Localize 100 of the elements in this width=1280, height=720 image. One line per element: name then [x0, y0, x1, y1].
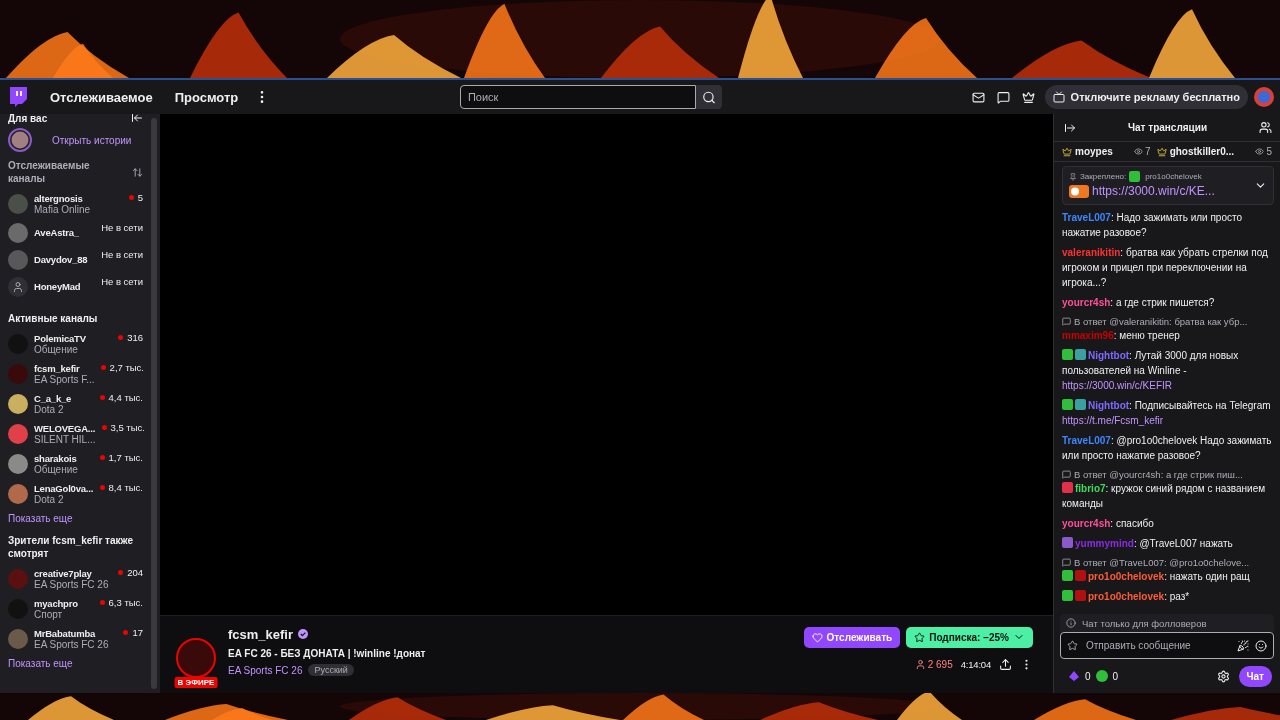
channel-item[interactable]: altergnosis Mafia Online 5	[8, 189, 143, 219]
show-more-link[interactable]: Показать еще	[8, 513, 143, 524]
channel-item[interactable]: Davydov_88 Не в сети	[8, 246, 143, 273]
chat-message: fibrio7: кружок синий рядом с названием команды	[1062, 481, 1267, 511]
viewer-count: 1,7 тыс.	[108, 452, 143, 463]
viewer-count: 5	[137, 192, 143, 203]
viewer-count: 2,7 тыс.	[109, 362, 144, 373]
game-link[interactable]: EA Sports FC 26	[228, 664, 303, 676]
top-chatter[interactable]: ghostkiller0...	[1156, 146, 1235, 157]
chat-message: yummymind: @TraveL007 нажать	[1062, 536, 1274, 551]
channel-category: EA Sports FC 26	[34, 639, 109, 650]
viewer-count: 4,4 тыс.	[108, 392, 143, 403]
channel-item[interactable]: PolemicaTV Общение 316	[8, 329, 143, 359]
channel-name: AveAstra_	[34, 227, 79, 238]
avatar	[8, 629, 28, 649]
collapse-icon[interactable]	[131, 114, 143, 124]
search-icon	[701, 89, 716, 105]
viewer-count: 17	[132, 627, 143, 638]
emoji-icon[interactable]	[1255, 639, 1267, 652]
avatar	[8, 222, 28, 243]
star-icon	[914, 631, 926, 643]
channel-item[interactable]: C_a_k_e Dota 2 4,4 тыс.	[8, 389, 143, 419]
nav-link[interactable]: Просмотр	[174, 89, 239, 105]
user-avatar[interactable]	[1254, 87, 1274, 107]
eye-icon	[1134, 147, 1144, 156]
search-field[interactable]: Поиск	[459, 85, 696, 109]
sort-icon[interactable]	[132, 166, 143, 178]
chat-input[interactable]: Отправить сообщение	[1084, 639, 1231, 652]
channel-category: EA Sports F...	[34, 374, 95, 385]
message-link[interactable]: https://3000.win/c/KEFIR	[1062, 380, 1173, 391]
channel-category: Dota 2	[34, 494, 64, 505]
message-field[interactable]: Отправить сообщение	[1060, 632, 1274, 659]
points-icon[interactable]	[1068, 670, 1080, 682]
channel-avatar[interactable]	[176, 638, 216, 678]
avatar	[8, 424, 28, 444]
show-more-link[interactable]: Показать еще	[8, 658, 143, 669]
channel-item[interactable]: WELOVEGA... SILENT HIL... 3,5 тыс.	[8, 419, 143, 449]
reply-icon	[1062, 317, 1071, 326]
language-tag[interactable]: Русский	[308, 664, 354, 676]
mail-icon[interactable]	[971, 90, 985, 104]
party-icon[interactable]	[1237, 639, 1249, 652]
top-chatter[interactable]: moypes	[1062, 146, 1113, 157]
subscribe-button[interactable]: Подписка: −25%	[906, 626, 1033, 648]
search-button[interactable]	[695, 85, 722, 109]
channel-name: PolemicaTV	[34, 333, 86, 344]
chat-message: Nightbot: Подписывайтесь на Telegram https://t.me/Fcsm_kefir	[1062, 398, 1272, 428]
message-icon[interactable]	[996, 90, 1010, 104]
avatar	[8, 484, 28, 504]
channel-category: EA Sports FC 26	[34, 579, 109, 590]
viewer-count: 2 695	[914, 658, 953, 670]
message-link[interactable]: https://t.me/Fcsm_kefir	[1062, 415, 1164, 426]
offline-status: Не в сети	[101, 222, 143, 233]
avatar	[8, 454, 28, 474]
channel-name: myachpro	[34, 598, 78, 609]
story-avatar[interactable]	[8, 128, 32, 152]
chatter-count: 5	[1255, 146, 1272, 157]
channel-name: fcsm_kefir	[34, 363, 80, 374]
channel-name: LenaGol0va...	[34, 483, 94, 494]
scrollbar[interactable]	[151, 118, 157, 689]
pinned-message[interactable]: Закреплено: pro1o0chelovek https://3000.win/c/KE...	[1062, 166, 1274, 205]
reply-icon	[1062, 558, 1071, 567]
pinned-link[interactable]: https://3000.win/c/KE...	[1092, 184, 1215, 198]
ad-free-button[interactable]: Отключите рекламу бесплатно	[1044, 85, 1248, 109]
channel-name[interactable]: fcsm_kefir	[228, 626, 294, 642]
follow-button[interactable]: Отслеживать	[803, 626, 901, 648]
star-icon[interactable]	[1067, 640, 1078, 651]
bits-icon[interactable]	[1095, 670, 1108, 682]
channel-category: SILENT HIL...	[34, 434, 96, 445]
avatar	[8, 394, 28, 414]
channel-item[interactable]: HoneyMad Не в сети	[8, 273, 143, 300]
chat-message: TraveL007: @pro1o0chelovek Надо зажимать или просто нажатие разовое?	[1062, 434, 1273, 463]
channel-name: MrBabatumba	[34, 628, 96, 639]
chat-message: mmaxim96: меню тренер	[1062, 329, 1181, 343]
logo-icon[interactable]	[8, 86, 28, 108]
viewer-count: 8,4 тыс.	[108, 482, 143, 493]
crown-icon[interactable]	[1021, 90, 1035, 104]
users-icon[interactable]	[1259, 121, 1272, 134]
channel-item[interactable]: LenaGol0va... Dota 2 8,4 тыс.	[8, 479, 143, 509]
section-title: Для вас	[8, 114, 48, 125]
channel-item[interactable]: creative7play EA Sports FC 26 204	[8, 564, 143, 594]
chat-notice: Чат только для фолловеров	[1082, 617, 1207, 629]
share-icon[interactable]	[999, 657, 1012, 671]
reply-context: В ответ @yourcr4sh: а где стрик пиш...	[1062, 468, 1274, 481]
settings-icon[interactable]	[1216, 669, 1230, 683]
stories-link[interactable]: Открыть истории	[52, 134, 132, 146]
channel-item[interactable]: myachpro Спорт 6,3 тыс.	[8, 594, 143, 624]
channel-item[interactable]: fcsm_kefir EA Sports F... 2,7 тыс.	[8, 359, 143, 389]
stream-title: EA FC 26 - БЕЗ ДОНАТА | !winline !донат	[228, 648, 426, 659]
chat-message: pro1o0chelovek: раз*	[1062, 589, 1274, 604]
section-title: Активные каналы	[8, 312, 99, 325]
channel-item[interactable]: MrBabatumba EA Sports FC 26 17	[8, 624, 143, 654]
crown-icon	[1062, 146, 1072, 157]
channel-item[interactable]: sharakois Общение 1,7 тыс.	[8, 449, 143, 479]
chat-message: pro1o0chelovek: нажать один ращ	[1062, 569, 1274, 584]
collapse-icon[interactable]	[1064, 121, 1076, 134]
channel-item[interactable]: AveAstra_ Не в сети	[8, 219, 143, 246]
nav-link[interactable]: Отслеживаемое	[50, 89, 153, 105]
offline-status: Не в сети	[101, 276, 143, 287]
live-badge: В ЭФИРЕ	[174, 677, 218, 688]
chat-button[interactable]: Чат	[1238, 665, 1272, 687]
